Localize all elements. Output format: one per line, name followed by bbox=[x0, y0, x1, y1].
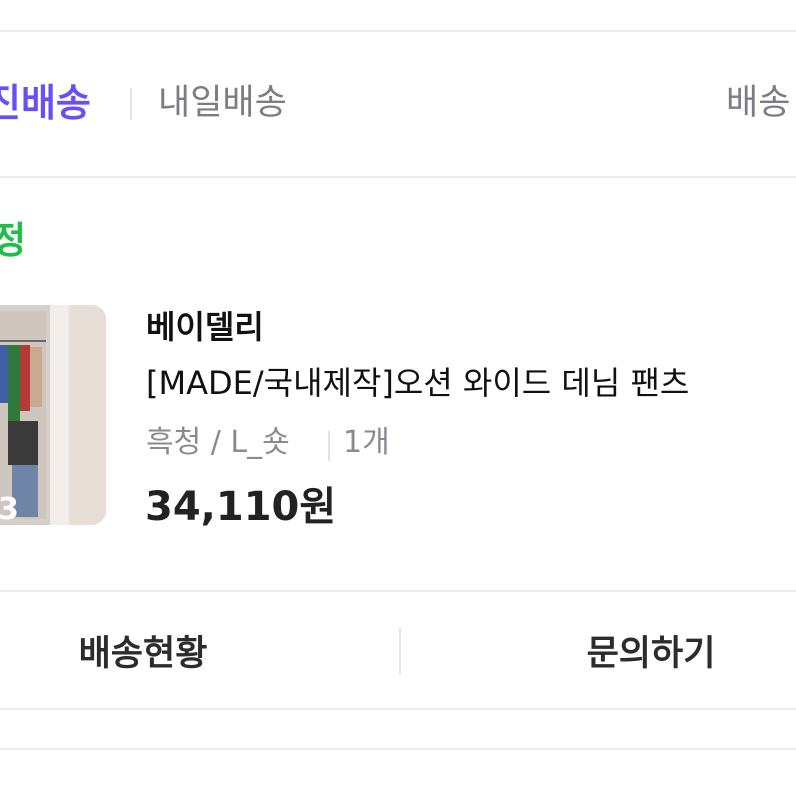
product-photo-image: 3 bbox=[0, 305, 106, 525]
tab-delivery[interactable]: 배송 bbox=[726, 86, 790, 121]
product-option: 흑청 / L_숏 bbox=[146, 425, 290, 460]
top-divider bbox=[0, 30, 796, 32]
inquiry-button[interactable]: 문의하기 bbox=[508, 592, 794, 708]
product-name[interactable]: [MADE/국내제작]오션 와이드 데님 팬츠 bbox=[146, 367, 689, 399]
thumbnail-corner-text: 3 bbox=[0, 492, 19, 525]
tab-separator bbox=[130, 88, 132, 120]
bottom-divider bbox=[0, 748, 796, 750]
shipping-status-button[interactable]: 배송현황 bbox=[0, 592, 286, 708]
option-separator bbox=[328, 431, 330, 461]
actions-divider bbox=[0, 708, 796, 710]
product-price: 34,110원 bbox=[145, 484, 337, 530]
product-quantity: 1개 bbox=[343, 425, 390, 460]
tabs-divider bbox=[0, 176, 796, 178]
product-thumbnail[interactable]: 3 bbox=[0, 305, 106, 525]
seller-name[interactable]: 베이델리 bbox=[146, 311, 264, 343]
order-status-label: 정 bbox=[0, 219, 27, 262]
tab-next-day-delivery[interactable]: 내일배송 bbox=[158, 86, 287, 121]
button-separator bbox=[399, 628, 401, 674]
tab-same-day-delivery[interactable]: 진배송 bbox=[0, 84, 91, 122]
